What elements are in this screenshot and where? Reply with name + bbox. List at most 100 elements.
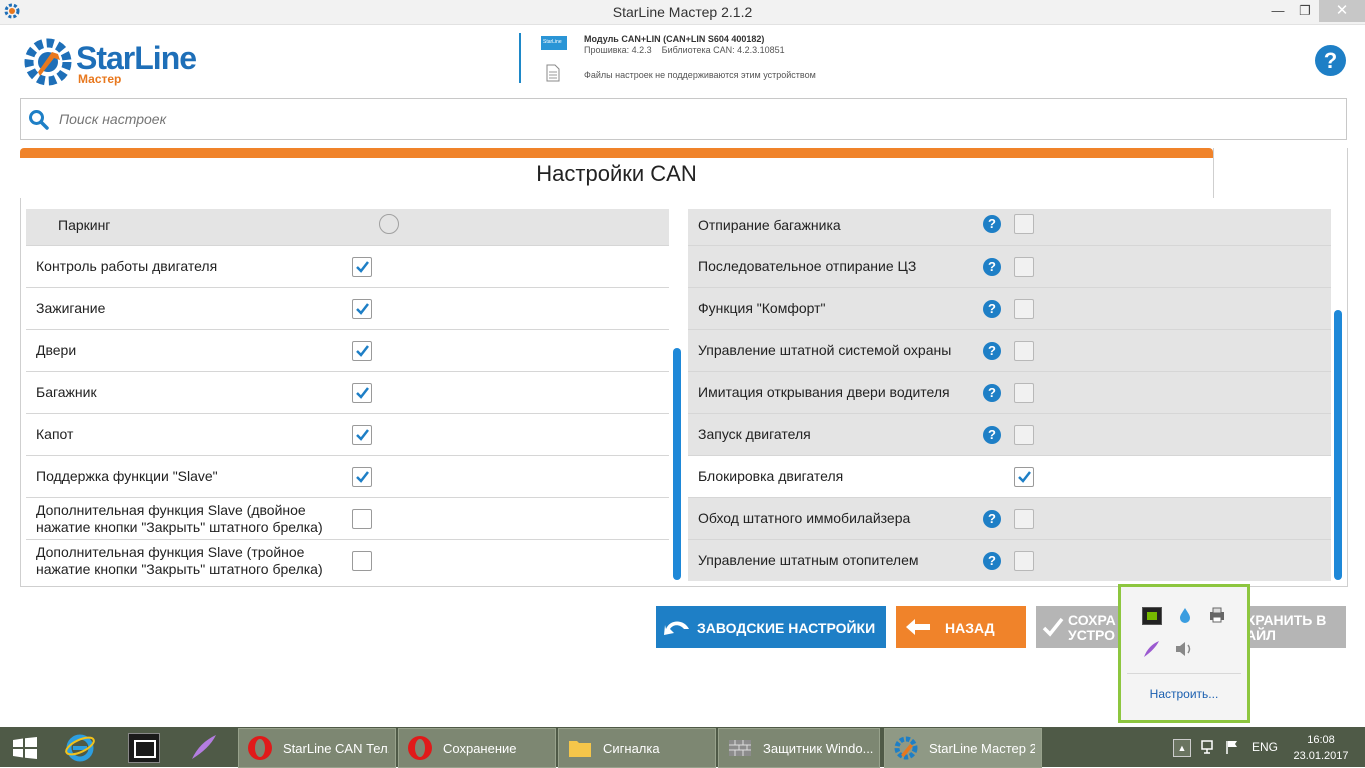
folder-icon — [567, 735, 593, 761]
setting-label: Поддержка функции "Slave" — [36, 468, 218, 484]
nvidia-icon[interactable] — [1142, 607, 1162, 625]
checkbox-engine-start[interactable] — [1014, 425, 1034, 445]
taskbar-item-save[interactable]: Сохранение — [398, 728, 556, 768]
help-icon[interactable]: ? — [983, 552, 1001, 570]
network-icon[interactable] — [1200, 739, 1216, 755]
feather-icon[interactable] — [1141, 639, 1161, 659]
taskbar-date: 23.01.2017 — [1293, 750, 1349, 762]
checkbox-doors[interactable] — [352, 341, 372, 361]
language-indicator[interactable]: ENG — [1252, 740, 1278, 754]
help-icon[interactable]: ? — [983, 384, 1001, 402]
device-title: Модуль CAN+LIN (CAN+LIN S604 400182) — [584, 34, 765, 44]
setting-row-trunk-unlock[interactable]: Отпирание багажника ? — [688, 209, 1331, 246]
left-settings-list: Паркинг Контроль работы двигателя Зажига… — [26, 209, 669, 581]
customize-link[interactable]: Настроить... — [1121, 687, 1247, 701]
restore-icon[interactable]: ❐ — [1292, 0, 1318, 22]
panel-title: Настройки CAN — [536, 161, 697, 186]
printer-icon[interactable] — [1208, 607, 1226, 623]
taskbar-item-signalka[interactable]: Сигналка — [558, 728, 716, 768]
action-center-flag-icon[interactable] — [1224, 739, 1240, 755]
setting-row-heater[interactable]: Управление штатным отопителем ? — [688, 540, 1331, 581]
setting-label: Двери — [36, 342, 77, 358]
setting-label: Зажигание — [36, 300, 106, 316]
help-icon[interactable]: ? — [1315, 45, 1346, 76]
setting-label: Багажник — [36, 384, 97, 400]
device-chip-icon: StarLine — [541, 36, 567, 50]
feather-app-icon[interactable] — [189, 732, 219, 762]
setting-label-line2: нажатие кнопки "Закрыть" штатного брелка… — [36, 519, 323, 535]
search-icon — [28, 109, 50, 131]
minimize-icon[interactable]: — — [1264, 0, 1292, 22]
setting-row-slave-support[interactable]: Поддержка функции "Slave" — [26, 456, 669, 498]
checkbox-immobilizer-bypass[interactable] — [1014, 509, 1034, 529]
checkbox-slave-double[interactable] — [352, 509, 372, 529]
help-icon[interactable]: ? — [983, 300, 1001, 318]
setting-row-engine-start[interactable]: Запуск двигателя ? — [688, 414, 1331, 456]
setting-row-hood[interactable]: Капот — [26, 414, 669, 456]
checkbox-trunk[interactable] — [352, 383, 372, 403]
checkbox-trunk-unlock[interactable] — [1014, 214, 1034, 234]
radio-parking[interactable] — [379, 214, 399, 234]
document-icon — [546, 64, 560, 82]
setting-row-parking[interactable]: Паркинг — [26, 209, 669, 246]
taskbar-time: 16:08 — [1307, 734, 1335, 746]
setting-label-line1: Дополнительная функция Slave (тройное — [36, 544, 305, 560]
setting-label-line2: нажатие кнопки "Закрыть" штатного брелка… — [36, 561, 323, 577]
header-divider — [519, 33, 521, 83]
help-icon[interactable]: ? — [983, 426, 1001, 444]
factory-settings-button[interactable]: ЗАВОДСКИЕ НАСТРОЙКИ — [656, 606, 886, 648]
checkbox-hood[interactable] — [352, 425, 372, 445]
setting-row-ignition[interactable]: Зажигание — [26, 288, 669, 330]
taskbar-item-starline-master[interactable]: StarLine Мастер 2... — [884, 728, 1042, 768]
save-to-file-button[interactable]: ХРАНИТЬ В АЙЛ — [1244, 606, 1346, 648]
checkbox-factory-alarm[interactable] — [1014, 341, 1034, 361]
checkbox-comfort[interactable] — [1014, 299, 1034, 319]
checkbox-slave-triple[interactable] — [352, 551, 372, 571]
taskbar-item-defender[interactable]: Защитник Windo... — [718, 728, 880, 768]
setting-row-doors[interactable]: Двери — [26, 330, 669, 372]
film-app-icon[interactable] — [128, 733, 160, 763]
setting-label: Паркинг — [58, 217, 111, 233]
taskbar: StarLine CAN Тел... Сохранение Сигналка … — [0, 727, 1365, 768]
left-scrollbar[interactable] — [673, 348, 681, 580]
checkbox-engine-block[interactable] — [1014, 467, 1034, 487]
search-input[interactable] — [57, 107, 1331, 131]
save-to-device-button[interactable]: СОХРА УСТРО — [1036, 606, 1122, 648]
help-icon[interactable]: ? — [983, 342, 1001, 360]
volume-icon[interactable] — [1174, 640, 1194, 658]
help-icon[interactable]: ? — [983, 258, 1001, 276]
setting-row-slave-triple[interactable]: Дополнительная функция Slave (тройное на… — [26, 540, 669, 581]
setting-row-sequential-unlock[interactable]: Последовательное отпирание ЦЗ ? — [688, 246, 1331, 288]
help-icon[interactable]: ? — [983, 215, 1001, 233]
close-button[interactable]: ✕ — [1319, 0, 1365, 22]
setting-row-engine-block[interactable]: Блокировка двигателя — [688, 456, 1331, 498]
help-icon[interactable]: ? — [983, 510, 1001, 528]
setting-label: Капот — [36, 426, 74, 442]
checkbox-driver-door[interactable] — [1014, 383, 1034, 403]
setting-label: Последовательное отпирание ЦЗ — [698, 258, 917, 274]
setting-row-engine-control[interactable]: Контроль работы двигателя — [26, 246, 669, 288]
setting-row-trunk[interactable]: Багажник — [26, 372, 669, 414]
setting-row-immobilizer-bypass[interactable]: Обход штатного иммобилайзера ? — [688, 498, 1331, 540]
right-scrollbar[interactable] — [1334, 310, 1342, 580]
setting-label-line1: Дополнительная функция Slave (двойное — [36, 502, 306, 518]
setting-row-comfort[interactable]: Функция "Комфорт" ? — [688, 288, 1331, 330]
logo-sub: Мастер — [78, 72, 122, 86]
popup-divider — [1127, 673, 1241, 674]
droplet-icon[interactable] — [1176, 606, 1194, 624]
tray-expand-button[interactable]: ▲ — [1173, 739, 1191, 757]
checkbox-slave-support[interactable] — [352, 467, 372, 487]
checkbox-sequential-unlock[interactable] — [1014, 257, 1034, 277]
windows-start-icon[interactable] — [12, 737, 38, 759]
setting-label: Функция "Комфорт" — [698, 300, 826, 316]
checkbox-ignition[interactable] — [352, 299, 372, 319]
taskbar-item-starline-can[interactable]: StarLine CAN Тел... — [238, 728, 396, 768]
arrow-left-icon — [906, 619, 930, 635]
checkbox-engine-control[interactable] — [352, 257, 372, 277]
setting-row-factory-alarm[interactable]: Управление штатной системой охраны ? — [688, 330, 1331, 372]
setting-row-slave-double[interactable]: Дополнительная функция Slave (двойное на… — [26, 498, 669, 540]
back-button[interactable]: НАЗАД — [896, 606, 1026, 648]
internet-explorer-icon[interactable] — [64, 732, 96, 762]
setting-row-driver-door[interactable]: Имитация открывания двери водителя ? — [688, 372, 1331, 414]
checkbox-heater[interactable] — [1014, 551, 1034, 571]
